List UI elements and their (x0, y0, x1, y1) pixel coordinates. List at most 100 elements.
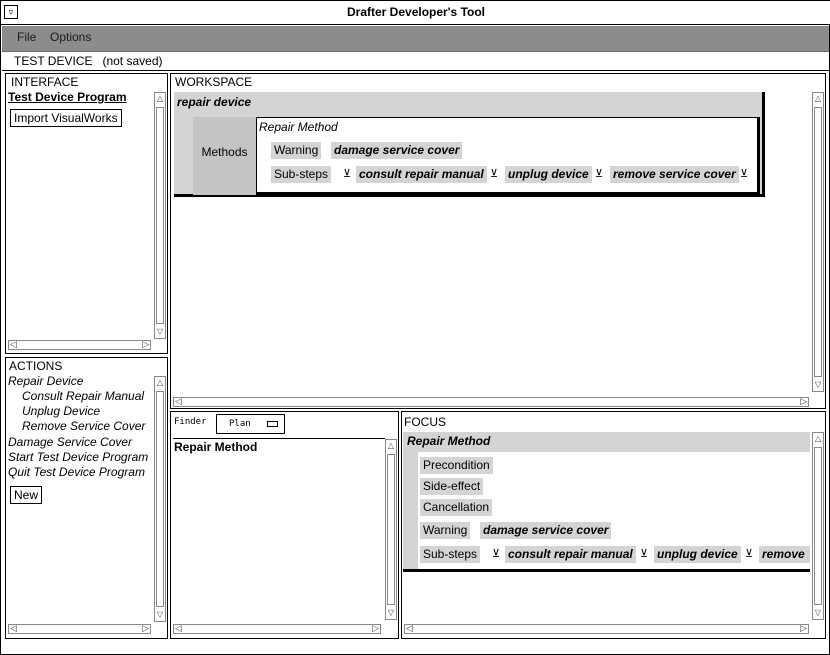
interface-label: INTERFACE (11, 75, 79, 89)
finder-select[interactable]: Plan (216, 414, 285, 434)
cancellation-field[interactable]: Cancellation (420, 499, 493, 516)
scroll-down-icon[interactable]: ▽ (813, 379, 823, 391)
scroll-down-icon[interactable]: ▽ (813, 607, 823, 619)
window-title: Drafter Developer's Tool (347, 5, 485, 19)
scroll-down-icon[interactable]: ▽ (386, 607, 396, 619)
action-item[interactable]: Start Test Device Program (8, 450, 152, 464)
finder-result-item[interactable]: Repair Method (174, 440, 257, 454)
finder-hscroll[interactable]: ◁ ▷ (173, 623, 381, 634)
step-dropdown-icon[interactable]: ⊻ (490, 167, 498, 180)
node-title: repair device (177, 95, 252, 109)
methods-box: Methods (193, 117, 256, 195)
scroll-thumb[interactable] (156, 391, 164, 607)
warning-value[interactable]: damage service cover (480, 522, 612, 539)
workspace-panel: WORKSPACE repair device Methods Repair M… (170, 73, 826, 409)
focus-title: Repair Method (407, 434, 491, 448)
scroll-left-icon[interactable]: ◁ (175, 396, 182, 407)
method-title: Repair Method (259, 120, 338, 134)
substep[interactable]: unplug device (505, 166, 592, 183)
workspace-node[interactable]: repair device Methods Repair Method Warn… (174, 92, 765, 197)
focus-hscroll[interactable]: ◁ ▷ (404, 623, 809, 634)
status-line: TEST DEVICE (not saved) (2, 53, 829, 71)
action-item[interactable]: Damage Service Cover (8, 435, 152, 449)
step-dropdown-icon[interactable]: ⊻ (492, 547, 500, 560)
scroll-thumb[interactable] (387, 454, 395, 605)
scroll-down-icon[interactable]: ▽ (155, 609, 165, 621)
action-item[interactable]: Consult Repair Manual (22, 389, 152, 403)
dropdown-icon (267, 421, 278, 427)
action-item[interactable]: Remove Service Cover (22, 419, 152, 433)
scroll-right-icon[interactable]: ▷ (142, 339, 149, 350)
scroll-right-icon[interactable]: ▷ (372, 623, 379, 634)
focus-panel: FOCUS Repair Method Precondition Side-ef… (401, 411, 826, 639)
workspace-label: WORKSPACE (175, 75, 253, 89)
interface-panel: INTERFACE Test Device Program Import Vis… (5, 73, 168, 354)
action-item[interactable]: Unplug Device (22, 404, 152, 418)
finder-select-value: Plan (229, 419, 251, 429)
scroll-down-icon[interactable]: ▽ (155, 326, 165, 338)
substep[interactable]: remove service cover (610, 166, 739, 183)
substeps-label: Sub-steps (420, 546, 481, 563)
scroll-thumb[interactable] (156, 107, 164, 324)
actions-panel: ACTIONS Repair Device Consult Repair Man… (5, 357, 168, 639)
interface-vscroll[interactable]: △ ▽ (154, 92, 166, 339)
side-effect-field[interactable]: Side-effect (420, 478, 484, 495)
menu-bar: File Options (2, 26, 829, 52)
finder-panel: Finder Plan Repair Method △ ▽ ◁ ▷ (170, 411, 399, 639)
focus-fields: Precondition Side-effect Cancellation Wa… (418, 452, 810, 569)
substep[interactable]: unplug device (654, 546, 741, 563)
step-dropdown-icon[interactable]: ⊻ (595, 167, 603, 180)
substep[interactable]: remove (759, 546, 810, 563)
precondition-field[interactable]: Precondition (420, 457, 493, 474)
substep[interactable]: consult repair manual (356, 166, 487, 183)
actions-label: ACTIONS (9, 359, 63, 373)
warning-label: Warning (271, 142, 322, 159)
window-menu-button[interactable]: ▿ (4, 5, 18, 19)
app-window: Drafter Developer's Tool ▿ File Options … (0, 0, 830, 655)
scroll-left-icon[interactable]: ◁ (406, 623, 413, 634)
scroll-thumb[interactable] (814, 107, 822, 377)
step-dropdown-icon[interactable]: ⊻ (640, 547, 648, 560)
actions-vscroll[interactable]: △ ▽ (154, 376, 166, 622)
substeps-label: Sub-steps (271, 166, 332, 183)
scroll-thumb[interactable] (814, 447, 822, 605)
finder-label: Finder (174, 417, 207, 427)
scroll-left-icon[interactable]: ◁ (10, 339, 17, 350)
scroll-left-icon[interactable]: ◁ (175, 623, 182, 634)
focus-label: FOCUS (404, 415, 446, 429)
menu-file[interactable]: File (17, 30, 36, 44)
substep[interactable]: consult repair manual (505, 546, 636, 563)
title-bar: Drafter Developer's Tool (1, 1, 830, 25)
scroll-right-icon[interactable]: ▷ (800, 623, 807, 634)
minimize-icon: ▿ (8, 7, 14, 17)
warning-value[interactable]: damage service cover (331, 142, 463, 159)
finder-vscroll[interactable]: △ ▽ (385, 439, 397, 620)
action-item[interactable]: Quit Test Device Program (8, 465, 152, 479)
step-dropdown-icon[interactable]: ⊻ (745, 547, 753, 560)
import-visualworks-button[interactable]: Import VisualWorks (10, 109, 122, 127)
step-dropdown-icon[interactable]: ⊻ (343, 167, 351, 180)
new-button[interactable]: New (10, 486, 43, 504)
workspace-vscroll[interactable]: △ ▽ (812, 92, 824, 392)
focus-vscroll[interactable]: △ ▽ (812, 432, 824, 620)
warning-label: Warning (420, 522, 471, 539)
action-item[interactable]: Repair Device (8, 374, 152, 388)
scroll-right-icon[interactable]: ▷ (142, 623, 149, 634)
actions-hscroll[interactable]: ◁ ▷ (8, 623, 151, 634)
interface-hscroll[interactable]: ◁ ▷ (8, 339, 151, 350)
scroll-up-icon[interactable]: △ (813, 93, 823, 105)
scroll-up-icon[interactable]: △ (155, 93, 165, 105)
scroll-up-icon[interactable]: △ (813, 433, 823, 445)
interface-program[interactable]: Test Device Program (8, 90, 127, 104)
scroll-left-icon[interactable]: ◁ (10, 623, 17, 634)
menu-options[interactable]: Options (50, 30, 91, 44)
finder-results: Repair Method (173, 438, 385, 628)
workspace-hscroll[interactable]: ◁ ▷ (173, 396, 809, 407)
scroll-up-icon[interactable]: △ (155, 377, 165, 389)
scroll-up-icon[interactable]: △ (386, 440, 396, 452)
focus-card[interactable]: Repair Method Precondition Side-effect C… (403, 432, 810, 572)
method-card[interactable]: Repair Method Warning damage service cov… (256, 117, 760, 195)
methods-label: Methods (201, 145, 248, 159)
step-dropdown-icon[interactable]: ⊻ (740, 167, 748, 180)
scroll-right-icon[interactable]: ▷ (800, 396, 807, 407)
